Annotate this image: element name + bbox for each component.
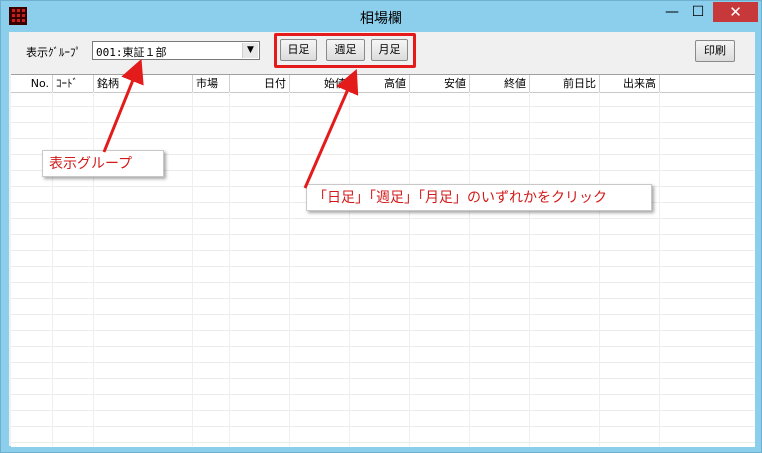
chevron-down-icon[interactable]: ▼ bbox=[242, 43, 258, 58]
highlight-box bbox=[274, 33, 416, 68]
col-low[interactable]: 安値 bbox=[410, 75, 470, 92]
col-market[interactable]: 市場 bbox=[193, 75, 230, 92]
close-button[interactable]: ✕ bbox=[713, 2, 758, 22]
display-group-label: 表示ｸﾞﾙｰﾌﾟ bbox=[26, 46, 81, 59]
col-no[interactable]: No. bbox=[11, 75, 53, 92]
display-group-select[interactable]: 001:東証１部 ▼ bbox=[92, 41, 260, 60]
minimize-button[interactable]: — bbox=[659, 2, 685, 22]
app-window: 相場欄 — ☐ ✕ 表示ｸﾞﾙｰﾌﾟ 001:東証１部 ▼ 日足 週足 月足 印… bbox=[0, 0, 762, 453]
grid-line bbox=[52, 92, 53, 446]
col-date[interactable]: 日付 bbox=[230, 75, 290, 92]
grid-line bbox=[529, 92, 530, 446]
maximize-button[interactable]: ☐ bbox=[685, 2, 711, 22]
window-title: 相場欄 bbox=[360, 11, 402, 27]
grid-line bbox=[289, 92, 290, 446]
grid-line bbox=[599, 92, 600, 446]
grid-line bbox=[192, 92, 193, 446]
col-code[interactable]: ｺｰﾄﾞ bbox=[53, 75, 94, 92]
col-high[interactable]: 高値 bbox=[350, 75, 410, 92]
display-group-value: 001:東証１部 bbox=[96, 46, 167, 59]
grid-line bbox=[229, 92, 230, 446]
table-header: No. ｺｰﾄﾞ 銘柄 市場 日付 始値 高値 安値 終値 前日比 出来高 bbox=[11, 75, 755, 93]
grid-line bbox=[659, 92, 660, 446]
col-close[interactable]: 終値 bbox=[470, 75, 530, 92]
col-name[interactable]: 銘柄 bbox=[94, 75, 193, 92]
col-open[interactable]: 始値 bbox=[290, 75, 350, 92]
toolbar: 表示ｸﾞﾙｰﾌﾟ 001:東証１部 ▼ 日足 週足 月足 印刷 bbox=[9, 32, 755, 72]
group-callout: 表示グループ bbox=[42, 150, 164, 177]
click-callout: 「日足」「週足」「月足」のいずれかをクリック bbox=[306, 184, 652, 211]
quote-table[interactable]: No. ｺｰﾄﾞ 銘柄 市場 日付 始値 高値 安値 終値 前日比 出来高 bbox=[11, 74, 755, 447]
grid-line bbox=[469, 92, 470, 446]
col-change[interactable]: 前日比 bbox=[530, 75, 600, 92]
col-volume[interactable]: 出来高 bbox=[600, 75, 660, 92]
grid-line bbox=[409, 92, 410, 446]
client-area: 表示ｸﾞﾙｰﾌﾟ 001:東証１部 ▼ 日足 週足 月足 印刷 No. ｺｰﾄﾞ… bbox=[9, 32, 755, 447]
title-bar[interactable]: 相場欄 — ☐ ✕ bbox=[1, 1, 761, 32]
print-button[interactable]: 印刷 bbox=[695, 40, 735, 62]
grid-line bbox=[349, 92, 350, 446]
grid-line bbox=[93, 92, 94, 446]
